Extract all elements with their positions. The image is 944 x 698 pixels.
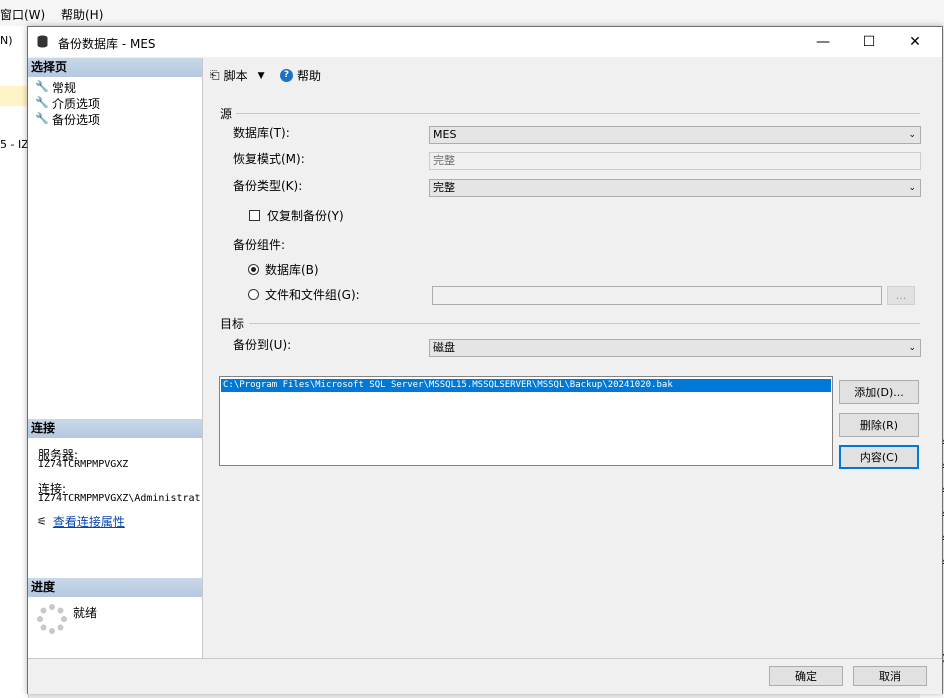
ok-button[interactable]: 确定 bbox=[769, 666, 843, 686]
menu-help[interactable]: 帮助(H) bbox=[61, 6, 103, 23]
minimize-icon: — bbox=[816, 34, 830, 50]
recovery-model-field: 完整 bbox=[429, 152, 921, 170]
radio-database[interactable]: 数据库(B) bbox=[248, 261, 319, 278]
radio-database-label: 数据库(B) bbox=[265, 263, 319, 277]
server-value: IZ74TCRMPMPVGXZ bbox=[38, 459, 129, 470]
script-icon: ⎗ bbox=[210, 68, 220, 82]
radio-button[interactable] bbox=[248, 289, 259, 300]
script-button[interactable]: ⎗ 脚本 ▼ bbox=[210, 67, 265, 84]
page-general[interactable]: 🔧 常规 bbox=[35, 79, 76, 95]
title-bar: 备份数据库 - MES — ☐ ✕ bbox=[28, 27, 942, 57]
dialog-footer: 确定 取消 bbox=[28, 658, 942, 694]
page-media-options[interactable]: 🔧 介质选项 bbox=[35, 95, 100, 111]
menu-window[interactable]: 窗口(W) bbox=[0, 6, 45, 23]
add-button[interactable]: 添加(D)... bbox=[839, 380, 919, 404]
radio-files-label: 文件和文件组(G): bbox=[265, 288, 360, 302]
source-section-label: 源 bbox=[220, 107, 233, 121]
background-left-panel: N) 5 - IZ bbox=[0, 26, 29, 698]
browse-files-button[interactable]: ... bbox=[887, 286, 915, 305]
progress-status: 就绪 bbox=[73, 606, 98, 620]
background-highlight bbox=[0, 86, 28, 106]
dialog-title: 备份数据库 - MES bbox=[58, 37, 156, 51]
destination-separator bbox=[249, 323, 920, 324]
close-button[interactable]: ✕ bbox=[892, 27, 938, 57]
backup-to-label: 备份到(U): bbox=[233, 338, 292, 352]
contents-button[interactable]: 内容(C) bbox=[839, 445, 919, 469]
wrench-icon: 🔧 bbox=[35, 96, 49, 109]
backup-database-dialog: 备份数据库 - MES — ☐ ✕ 选择页 🔧 常规 🔧 介质选项 🔧 备份选项 连接… bbox=[27, 26, 943, 694]
backup-destination-list[interactable]: C:\Program Files\Microsoft SQL Server\MS… bbox=[219, 376, 833, 466]
files-filegroups-field[interactable] bbox=[432, 286, 882, 305]
source-separator bbox=[236, 113, 920, 114]
close-icon: ✕ bbox=[909, 34, 921, 50]
progress-header: 进度 bbox=[28, 578, 202, 597]
backup-to-select[interactable]: 磁盘 ⌄ bbox=[429, 339, 921, 357]
chevron-down-icon: ⌄ bbox=[908, 183, 916, 193]
right-pane: ⎗ 脚本 ▼ ? 帮助 源 数据库(T): MES ⌄ 恢复模式(M): 完整 … bbox=[203, 58, 942, 658]
copy-only-label: 仅复制备份(Y) bbox=[267, 209, 344, 223]
plug-icon: ⚟ bbox=[37, 515, 47, 528]
minimize-button[interactable]: — bbox=[800, 27, 846, 57]
left-pane: 选择页 🔧 常规 🔧 介质选项 🔧 备份选项 连接 服务器: IZ74TCRMPMPV… bbox=[28, 58, 203, 658]
backup-type-select[interactable]: 完整 ⌄ bbox=[429, 179, 921, 197]
progress-spinner-icon bbox=[37, 604, 67, 634]
checkbox-box[interactable] bbox=[249, 210, 260, 221]
recovery-model-label: 恢复模式(M): bbox=[233, 152, 305, 166]
backup-type-label: 备份类型(K): bbox=[233, 179, 303, 193]
page-general-label: 常规 bbox=[52, 80, 77, 95]
database-label: 数据库(T): bbox=[233, 126, 290, 140]
backup-to-select-value: 磁盘 bbox=[433, 341, 455, 354]
database-select[interactable]: MES ⌄ bbox=[429, 126, 921, 144]
connection-header: 连接 bbox=[28, 419, 202, 438]
radio-files-filegroups[interactable]: 文件和文件组(G): bbox=[248, 286, 360, 303]
view-connection-properties-link[interactable]: 查看连接属性 bbox=[53, 513, 125, 530]
help-icon: ? bbox=[280, 69, 293, 82]
script-label: 脚本 bbox=[223, 69, 248, 83]
background-fragment: N) bbox=[0, 34, 13, 47]
maximize-button[interactable]: ☐ bbox=[846, 27, 892, 57]
chevron-down-icon: ⌄ bbox=[908, 130, 916, 140]
dropdown-arrow-icon: ▼ bbox=[257, 70, 265, 81]
backup-component-label: 备份组件: bbox=[233, 238, 286, 252]
wrench-icon: 🔧 bbox=[35, 80, 49, 93]
list-item[interactable]: C:\Program Files\Microsoft SQL Server\MS… bbox=[221, 379, 831, 392]
help-button[interactable]: ? 帮助 bbox=[280, 67, 321, 84]
background-menu-bar: 窗口(W) 帮助(H) bbox=[0, 0, 944, 26]
connection-value: IZ74TCRMPMPVGXZ\Administrat bbox=[38, 493, 201, 504]
background-fragment: 5 - IZ bbox=[0, 138, 29, 151]
page-backup-options-label: 备份选项 bbox=[52, 112, 101, 127]
help-label: 帮助 bbox=[297, 69, 322, 83]
chevron-down-icon: ⌄ bbox=[908, 343, 916, 353]
radio-button[interactable] bbox=[248, 264, 259, 275]
page-backup-options[interactable]: 🔧 备份选项 bbox=[35, 111, 100, 127]
remove-button[interactable]: 删除(R) bbox=[839, 413, 919, 437]
cancel-button[interactable]: 取消 bbox=[853, 666, 927, 686]
select-page-header: 选择页 bbox=[28, 58, 202, 77]
page-media-options-label: 介质选项 bbox=[52, 96, 101, 111]
backup-type-select-value: 完整 bbox=[433, 181, 455, 194]
destination-section-label: 目标 bbox=[220, 317, 245, 331]
wrench-icon: 🔧 bbox=[35, 112, 49, 125]
database-icon bbox=[37, 35, 48, 48]
database-select-value: MES bbox=[433, 128, 457, 141]
maximize-icon: ☐ bbox=[862, 34, 876, 50]
copy-only-checkbox[interactable]: 仅复制备份(Y) bbox=[249, 207, 344, 224]
